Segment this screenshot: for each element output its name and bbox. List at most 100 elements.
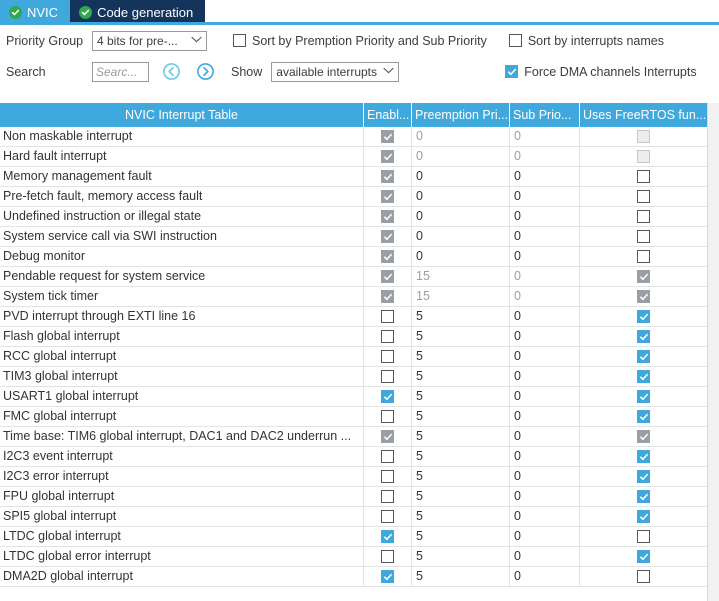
enable-checkbox[interactable] xyxy=(381,370,394,383)
table-row[interactable]: USART1 global interrupt 5 0 xyxy=(0,387,708,407)
sub-priority-cell[interactable]: 0 xyxy=(510,327,580,346)
table-row[interactable]: I2C3 error interrupt 5 0 xyxy=(0,467,708,487)
table-row[interactable]: System tick timer 15 0 xyxy=(0,287,708,307)
table-row[interactable]: RCC global interrupt 5 0 xyxy=(0,347,708,367)
enabled-cell[interactable] xyxy=(364,407,412,426)
table-row[interactable]: PVD interrupt through EXTI line 16 5 0 xyxy=(0,307,708,327)
preemption-priority-cell[interactable]: 0 xyxy=(412,227,510,246)
table-row[interactable]: Pre-fetch fault, memory access fault 0 0 xyxy=(0,187,708,207)
freertos-checkbox[interactable] xyxy=(637,370,650,383)
freertos-cell[interactable] xyxy=(580,187,708,206)
sub-priority-cell[interactable]: 0 xyxy=(510,547,580,566)
enabled-cell[interactable] xyxy=(364,367,412,386)
sub-priority-cell[interactable]: 0 xyxy=(510,307,580,326)
table-row[interactable]: Memory management fault 0 0 xyxy=(0,167,708,187)
table-row[interactable]: System service call via SWI instruction 0… xyxy=(0,227,708,247)
preemption-priority-cell[interactable]: 5 xyxy=(412,547,510,566)
sub-priority-cell[interactable]: 0 xyxy=(510,287,580,306)
enabled-cell[interactable] xyxy=(364,487,412,506)
enabled-cell[interactable] xyxy=(364,427,412,446)
sub-priority-cell[interactable]: 0 xyxy=(510,167,580,186)
enable-checkbox[interactable] xyxy=(381,570,394,583)
table-row[interactable]: TIM3 global interrupt 5 0 xyxy=(0,367,708,387)
sort-interrupt-names-checkbox-row[interactable]: Sort by interrupts names xyxy=(508,34,664,48)
freertos-checkbox[interactable] xyxy=(637,330,650,343)
freertos-cell[interactable] xyxy=(580,527,708,546)
freertos-checkbox[interactable] xyxy=(637,470,650,483)
search-input[interactable] xyxy=(92,61,149,82)
freertos-cell[interactable] xyxy=(580,487,708,506)
table-row[interactable]: Undefined instruction or illegal state 0 0 xyxy=(0,207,708,227)
freertos-checkbox[interactable] xyxy=(637,570,650,583)
freertos-cell[interactable] xyxy=(580,167,708,186)
freertos-cell[interactable] xyxy=(580,267,708,286)
circle-right-arrow-icon[interactable] xyxy=(197,63,214,80)
sub-priority-cell[interactable]: 0 xyxy=(510,127,580,146)
enable-checkbox[interactable] xyxy=(381,410,394,423)
table-row[interactable]: DMA2D global interrupt 5 0 xyxy=(0,567,708,587)
enabled-cell[interactable] xyxy=(364,167,412,186)
preemption-priority-cell[interactable]: 5 xyxy=(412,487,510,506)
sort-premption-checkbox-row[interactable]: Sort by Premption Priority and Sub Prior… xyxy=(233,34,487,48)
enabled-cell[interactable] xyxy=(364,547,412,566)
enable-checkbox[interactable] xyxy=(381,490,394,503)
preemption-priority-cell[interactable]: 0 xyxy=(412,127,510,146)
enabled-cell[interactable] xyxy=(364,207,412,226)
circle-left-arrow-icon[interactable] xyxy=(163,63,180,80)
enabled-cell[interactable] xyxy=(364,247,412,266)
freertos-checkbox[interactable] xyxy=(637,390,650,403)
freertos-checkbox[interactable] xyxy=(637,230,650,243)
sub-priority-cell[interactable]: 0 xyxy=(510,567,580,586)
freertos-cell[interactable] xyxy=(580,147,708,166)
freertos-cell[interactable] xyxy=(580,447,708,466)
preemption-priority-cell[interactable]: 5 xyxy=(412,367,510,386)
table-row[interactable]: Non maskable interrupt 0 0 xyxy=(0,127,708,147)
enabled-cell[interactable] xyxy=(364,447,412,466)
freertos-cell[interactable] xyxy=(580,367,708,386)
column-header-enabled[interactable]: Enabl... xyxy=(364,103,412,127)
enable-checkbox[interactable] xyxy=(381,450,394,463)
enabled-cell[interactable] xyxy=(364,467,412,486)
force-dma-checkbox-row[interactable]: Force DMA channels Interrupts xyxy=(505,65,697,79)
enabled-cell[interactable] xyxy=(364,127,412,146)
tab-code-generation[interactable]: Code generation xyxy=(70,0,206,25)
freertos-cell[interactable] xyxy=(580,567,708,586)
enabled-cell[interactable] xyxy=(364,307,412,326)
preemption-priority-cell[interactable]: 0 xyxy=(412,147,510,166)
table-row[interactable]: Flash global interrupt 5 0 xyxy=(0,327,708,347)
table-row[interactable]: I2C3 event interrupt 5 0 xyxy=(0,447,708,467)
preemption-priority-cell[interactable]: 0 xyxy=(412,187,510,206)
freertos-cell[interactable] xyxy=(580,387,708,406)
sub-priority-cell[interactable]: 0 xyxy=(510,247,580,266)
freertos-checkbox[interactable] xyxy=(637,490,650,503)
sub-priority-cell[interactable]: 0 xyxy=(510,507,580,526)
freertos-cell[interactable] xyxy=(580,207,708,226)
table-row[interactable]: LTDC global error interrupt 5 0 xyxy=(0,547,708,567)
freertos-checkbox[interactable] xyxy=(637,350,650,363)
sub-priority-cell[interactable]: 0 xyxy=(510,467,580,486)
table-row[interactable]: Pendable request for system service 15 0 xyxy=(0,267,708,287)
sub-priority-cell[interactable]: 0 xyxy=(510,407,580,426)
freertos-cell[interactable] xyxy=(580,307,708,326)
enabled-cell[interactable] xyxy=(364,287,412,306)
table-row[interactable]: Time base: TIM6 global interrupt, DAC1 a… xyxy=(0,427,708,447)
table-row[interactable]: LTDC global interrupt 5 0 xyxy=(0,527,708,547)
freertos-checkbox[interactable] xyxy=(637,530,650,543)
enabled-cell[interactable] xyxy=(364,527,412,546)
freertos-checkbox[interactable] xyxy=(637,250,650,263)
table-row[interactable]: SPI5 global interrupt 5 0 xyxy=(0,507,708,527)
force-dma-checkbox[interactable] xyxy=(505,65,519,78)
preemption-priority-cell[interactable]: 15 xyxy=(412,287,510,306)
sub-priority-cell[interactable]: 0 xyxy=(510,207,580,226)
sub-priority-cell[interactable]: 0 xyxy=(510,447,580,466)
enable-checkbox[interactable] xyxy=(381,330,394,343)
freertos-checkbox[interactable] xyxy=(637,450,650,463)
enabled-cell[interactable] xyxy=(364,227,412,246)
preemption-priority-cell[interactable]: 5 xyxy=(412,507,510,526)
freertos-checkbox[interactable] xyxy=(637,210,650,223)
enabled-cell[interactable] xyxy=(364,147,412,166)
freertos-cell[interactable] xyxy=(580,547,708,566)
enabled-cell[interactable] xyxy=(364,507,412,526)
sub-priority-cell[interactable]: 0 xyxy=(510,267,580,286)
enabled-cell[interactable] xyxy=(364,187,412,206)
